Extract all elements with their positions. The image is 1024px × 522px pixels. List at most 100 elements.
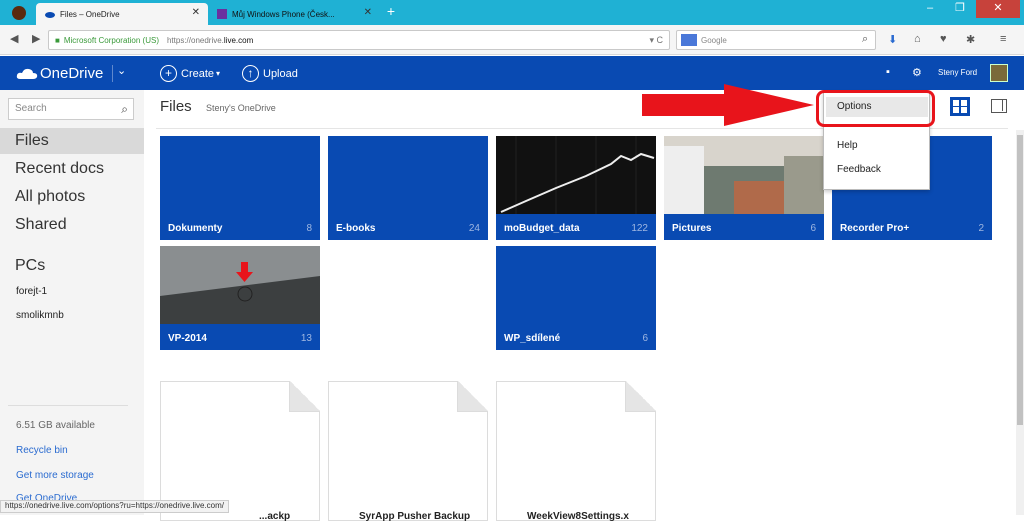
onedrive-cloud-icon — [16, 68, 38, 79]
status-bar-url: https://onedrive.live.com/options?ru=htt… — [0, 500, 229, 513]
storage-available: 6.51 GB available — [16, 420, 95, 431]
folder-count: 6 — [642, 333, 648, 344]
sidebar-divider — [8, 405, 128, 406]
windows-favicon-icon — [217, 9, 227, 19]
sidebar-item-files[interactable]: Files — [0, 128, 144, 154]
search-go-icon[interactable]: ⌕ — [862, 33, 868, 46]
home-icon[interactable]: ⌂ — [914, 33, 921, 45]
grid-view-icon[interactable] — [950, 97, 970, 116]
forward-icon[interactable]: ▶ — [32, 32, 40, 45]
annotation-arrow-icon — [642, 84, 814, 126]
folder-thumbnail — [664, 136, 824, 214]
folder-count: 122 — [631, 223, 648, 234]
sidebar-heading-pcs[interactable]: PCs — [0, 253, 144, 279]
folder-count: 13 — [300, 333, 312, 344]
url-bar[interactable]: ■ Microsoft Corporation (US) https://one… — [48, 30, 670, 50]
search-input[interactable]: Search ⌕ — [8, 98, 134, 120]
tab-label: Můj Windows Phone (Česk... — [232, 9, 335, 19]
search-icon[interactable]: ⌕ — [121, 102, 128, 117]
folder-name: VP-2014 — [168, 333, 207, 344]
notifications-icon[interactable]: ▪ — [886, 66, 890, 78]
search-engine-placeholder: Google — [701, 35, 727, 45]
menu-item-feedback[interactable]: Feedback — [837, 164, 881, 175]
header-divider — [112, 65, 113, 82]
restore-icon[interactable]: ❐ — [946, 0, 974, 18]
folder-name: moBudget_data — [504, 223, 580, 234]
tab-label: Files – OneDrive — [60, 9, 120, 19]
close-tab-icon[interactable]: ✕ — [192, 7, 200, 18]
file-tile[interactable]: WeekView8Settings.x — [496, 381, 656, 522]
tab-onedrive[interactable]: Files – OneDrive ✕ — [36, 3, 208, 25]
tab-windows-phone[interactable]: Můj Windows Phone (Česk... ✕ — [208, 3, 380, 25]
sidebar: Search ⌕ Files Recent docs All photos Sh… — [0, 90, 144, 515]
search-placeholder: Search — [15, 103, 47, 114]
sidebar-item-pc[interactable]: smolikmnb — [16, 310, 64, 321]
chevron-down-icon[interactable]: ⌄ — [117, 64, 126, 77]
folder-count: 8 — [306, 223, 312, 234]
folder-tile[interactable]: WP_sdílené 6 — [496, 246, 656, 350]
user-name[interactable]: Steny Ford — [938, 68, 977, 77]
create-button[interactable]: + Create ▾ — [160, 65, 220, 82]
folder-tile[interactable]: Pictures 6 — [664, 136, 824, 240]
sidebar-item-pc[interactable]: forejt-1 — [16, 286, 47, 297]
reload-icon[interactable]: ▾ C — [649, 35, 663, 46]
folder-count: 2 — [978, 223, 984, 234]
folder-tile[interactable]: E-books 24 — [328, 136, 488, 240]
avatar[interactable] — [990, 64, 1008, 82]
folder-tile[interactable]: Dokumenty 8 — [160, 136, 320, 240]
folder-count: 24 — [468, 223, 480, 234]
addons-icon[interactable]: ✱ — [966, 33, 975, 46]
breadcrumb[interactable]: Steny's OneDrive — [206, 103, 276, 113]
site-identity: Microsoft Corporation (US) — [63, 35, 159, 45]
brand-name[interactable]: OneDrive — [40, 65, 103, 82]
browser-nav-bar: ◀ ▶ ■ Microsoft Corporation (US) https:/… — [0, 25, 1024, 55]
menu-item-help[interactable]: Help — [837, 140, 858, 151]
download-icon[interactable]: ⬇ — [888, 33, 897, 46]
folder-tile[interactable]: VP-2014 13 — [160, 246, 320, 350]
file-name: ...ackp — [259, 511, 291, 522]
folder-count: 6 — [810, 223, 816, 234]
recycle-bin-link[interactable]: Recycle bin — [16, 445, 68, 456]
firefox-menu-icon[interactable] — [12, 6, 26, 20]
folder-thumbnail — [160, 246, 320, 324]
upload-icon: ↑ — [242, 65, 259, 82]
close-tab-icon[interactable]: ✕ — [364, 7, 372, 18]
file-name: SyrApp Pusher Backup — [359, 511, 471, 522]
gear-icon[interactable]: ⚙ — [912, 66, 922, 79]
onedrive-favicon-icon — [45, 12, 55, 18]
menu-icon[interactable]: ≡ — [1000, 33, 1006, 45]
file-tile[interactable]: SyrApp Pusher Backup — [328, 381, 488, 522]
back-icon[interactable]: ◀ — [10, 32, 18, 45]
search-engine-bar[interactable]: Google — [676, 30, 876, 50]
onedrive-header: OneDrive ⌄ + Create ▾ ↑ Upload ▪ ⚙ Steny… — [0, 56, 1024, 90]
browser-tab-bar: Files – OneDrive ✕ Můj Windows Phone (Če… — [0, 0, 1024, 25]
folder-tile[interactable]: moBudget_data 122 — [496, 136, 656, 240]
url-text: https://onedrive.live.com — [166, 35, 254, 45]
create-label: Create — [181, 67, 215, 80]
file-name: WeekView8Settings.x — [527, 511, 629, 522]
sidebar-item-shared[interactable]: Shared — [0, 212, 144, 238]
google-icon — [681, 34, 697, 46]
folder-name: Recorder Pro+ — [840, 223, 910, 234]
folder-name: Dokumenty — [168, 223, 223, 234]
minimize-icon[interactable]: – — [916, 0, 944, 18]
lock-icon: ■ — [55, 35, 60, 45]
get-more-storage-link[interactable]: Get more storage — [16, 470, 94, 481]
upload-label: Upload — [263, 67, 298, 80]
pocket-icon[interactable]: ♥ — [940, 33, 947, 45]
folder-name: WP_sdílené — [504, 333, 561, 344]
sidebar-item-recent-docs[interactable]: Recent docs — [0, 156, 144, 182]
close-window-icon[interactable]: ✕ — [976, 0, 1020, 18]
folder-name: E-books — [336, 223, 376, 234]
upload-button[interactable]: ↑ Upload — [242, 65, 298, 82]
chevron-down-icon: ▾ — [216, 69, 221, 78]
plus-icon: + — [160, 65, 177, 82]
new-tab-button[interactable]: + — [382, 3, 400, 19]
folder-thumbnail — [496, 136, 656, 214]
scrollbar-thumb[interactable] — [1017, 135, 1023, 425]
folder-name: Pictures — [672, 223, 712, 234]
details-pane-icon[interactable] — [991, 99, 1007, 113]
page-title: Files — [160, 98, 192, 115]
sidebar-item-all-photos[interactable]: All photos — [0, 184, 144, 210]
annotation-highlight — [816, 90, 935, 127]
